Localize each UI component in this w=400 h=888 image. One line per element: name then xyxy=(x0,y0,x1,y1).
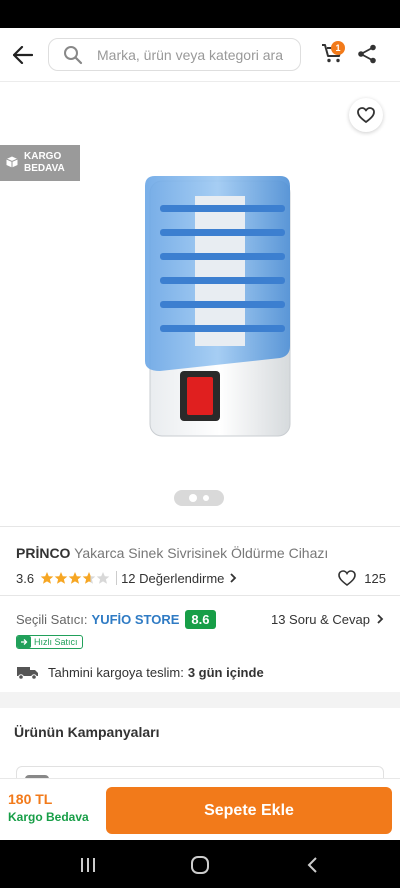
recent-apps-icon xyxy=(81,858,95,872)
reviews-label: 12 Değerlendirme xyxy=(121,570,225,586)
seller-name-link[interactable]: YUFİO STORE xyxy=(92,612,180,627)
badge-line-2: BEDAVA xyxy=(24,163,65,174)
product-name: Yakarca Sinek Sivrisinek Öldürme Cihazı xyxy=(74,545,329,561)
search-bar[interactable] xyxy=(48,38,301,71)
favorite-count-value: 125 xyxy=(364,570,386,586)
questions-answers-link[interactable]: 13 Soru & Cevap xyxy=(271,612,386,627)
heart-icon xyxy=(357,107,375,123)
star-icon xyxy=(68,572,82,584)
free-shipping-badge: KARGO BEDAVA xyxy=(0,145,80,181)
fast-seller-badge: Hızlı Satıcı xyxy=(16,635,83,649)
bottom-action-bar: 180 TL Kargo Bedava Sepete Ekle xyxy=(0,778,400,840)
seller-score-badge: 8.6 xyxy=(185,609,216,629)
seller-label: Seçili Satıcı: xyxy=(16,611,88,627)
back-button[interactable] xyxy=(10,42,36,68)
cart-count-badge: 1 xyxy=(331,41,345,55)
product-gallery[interactable]: KARGO BEDAVA xyxy=(0,83,400,525)
package-icon xyxy=(6,156,18,168)
delivery-estimate: Tahmini kargoya teslim: 3 gün içinde xyxy=(16,663,264,681)
star-icon xyxy=(82,572,96,584)
search-input[interactable] xyxy=(97,46,300,63)
app-header: 1 xyxy=(0,28,400,82)
favorite-count[interactable]: 125 xyxy=(338,570,386,586)
free-shipping-label: Kargo Bedava xyxy=(8,810,89,824)
favorite-button[interactable] xyxy=(349,98,383,132)
rating-score: 3.6 xyxy=(16,570,35,586)
delivery-label: Tahmini kargoya teslim: xyxy=(48,664,184,680)
share-button[interactable] xyxy=(356,43,378,65)
star-icon xyxy=(96,572,110,584)
heart-outline-icon xyxy=(338,570,357,586)
image-pager[interactable] xyxy=(174,490,224,506)
campaigns-title: Ürünün Kampanyaları xyxy=(14,724,160,740)
system-nav-bar xyxy=(0,840,400,888)
rating-row: 3.6 12 Değerlendirme 125 xyxy=(16,570,386,586)
reviews-link[interactable]: 12 Değerlendirme xyxy=(121,571,239,586)
pager-dot-2[interactable] xyxy=(203,495,209,501)
search-icon xyxy=(64,45,83,64)
divider xyxy=(0,595,400,596)
share-icon xyxy=(358,44,376,64)
back-arrow-icon xyxy=(13,46,33,64)
product-title: PRİNCO Yakarca Sinek Sivrisinek Öldürme … xyxy=(16,545,386,561)
chevron-right-icon xyxy=(230,573,237,583)
separator xyxy=(116,571,118,585)
qa-label: 13 Soru & Cevap xyxy=(270,611,370,627)
home-button[interactable] xyxy=(189,854,211,876)
recent-apps-button[interactable] xyxy=(77,854,99,876)
product-brand[interactable]: PRİNCO xyxy=(16,545,70,561)
star-rating xyxy=(40,571,110,585)
fast-seller-icon xyxy=(17,636,31,648)
divider xyxy=(0,526,400,527)
price: 180 TL xyxy=(8,791,53,807)
status-bar xyxy=(0,0,400,28)
delivery-days: 3 gün içinde xyxy=(187,664,264,680)
star-icon xyxy=(54,572,68,584)
section-separator xyxy=(0,692,400,708)
home-icon xyxy=(191,856,209,874)
truck-icon xyxy=(17,667,38,680)
fast-seller-label: Hızlı Satıcı xyxy=(34,637,78,647)
seller-row: Seçili Satıcı: YUFİO STORE 8.6 13 Soru &… xyxy=(16,609,386,629)
add-to-cart-button[interactable]: Sepete Ekle xyxy=(106,787,392,834)
star-icon xyxy=(40,572,54,584)
system-back-icon xyxy=(307,857,317,873)
product-image[interactable] xyxy=(140,171,295,441)
system-back-button[interactable] xyxy=(301,854,323,876)
badge-line-1: KARGO xyxy=(24,151,62,162)
pager-dot-1[interactable] xyxy=(189,494,197,502)
chevron-right-icon xyxy=(377,614,384,624)
